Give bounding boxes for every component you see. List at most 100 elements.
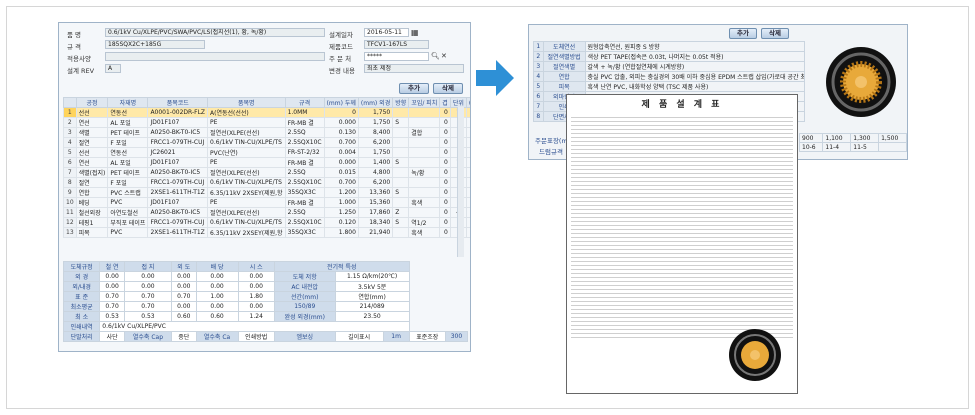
product-name-field[interactable]: 0.6/1kV Cu/XLPE/PVC/SWA/PVC/LS(접지선(1), 황…: [105, 28, 325, 37]
notes-cell[interactable]: 흑색 난연 PVC, 내화학성 양택 (TSC 제품 사용): [584, 81, 806, 92]
table-cell[interactable]: 절연: [75, 137, 109, 148]
grid-header-10[interactable]: 겹: [439, 97, 451, 108]
spec-cell[interactable]: 0.53: [99, 311, 125, 322]
spec-cell[interactable]: 연합(mm): [334, 291, 410, 302]
table-cell[interactable]: 12: [63, 217, 77, 228]
table-cell[interactable]: 0: [439, 197, 451, 208]
table-cell[interactable]: A0250-BK-T0-IC5: [147, 167, 209, 178]
spec-cell[interactable]: 150/89: [273, 301, 336, 312]
table-cell[interactable]: S: [392, 117, 410, 128]
customer-field[interactable]: *****: [364, 52, 429, 61]
table-cell[interactable]: 13,360: [357, 187, 394, 198]
grid-header-1[interactable]: 공정: [75, 97, 109, 108]
spec-cell[interactable]: 1.24: [237, 311, 275, 322]
close-icon[interactable]: ✕: [441, 52, 447, 60]
table-cell[interactable]: 0: [439, 127, 451, 138]
grid-header-4[interactable]: 품목명: [207, 97, 286, 108]
grid-header-3[interactable]: 품목코드: [147, 97, 209, 108]
table-cell[interactable]: JD01F107: [147, 157, 209, 168]
table-cell[interactable]: 0: [439, 107, 451, 118]
table-cell[interactable]: 2: [63, 117, 77, 128]
spec-cell[interactable]: 0.00: [237, 301, 275, 312]
notes-cell[interactable]: 원형압축연선, 원피종 S 방향: [584, 41, 806, 52]
table-cell[interactable]: 철선외장: [75, 207, 109, 218]
table-row[interactable]: 2연선AL 포일JD01F107PEFR-MB 결0.0001,750S02: [63, 117, 470, 128]
table-cell[interactable]: S: [392, 217, 410, 228]
table-cell[interactable]: [392, 177, 410, 188]
spec-cell[interactable]: 1.80: [237, 291, 275, 302]
table-cell[interactable]: [392, 167, 410, 178]
table-cell[interactable]: S: [392, 157, 410, 168]
grid-header-6[interactable]: (mm) 두께: [323, 97, 359, 108]
table-cell[interactable]: FRCC1-079TH-CUJ: [147, 217, 209, 228]
table-cell[interactable]: JD01F107: [147, 117, 209, 128]
table-cell[interactable]: 테핑1: [75, 217, 109, 228]
spec-field[interactable]: 185SQX2C+185G: [105, 40, 205, 49]
table-cell[interactable]: [392, 137, 410, 148]
table-cell[interactable]: 0: [439, 137, 451, 148]
table-cell[interactable]: 흑색: [408, 197, 441, 208]
table-cell[interactable]: 0: [439, 217, 451, 228]
table-cell[interactable]: A0001-002DR-FLZ: [147, 107, 209, 118]
delete-button[interactable]: 삭제: [433, 83, 463, 94]
cable-print-value[interactable]: 0.6/1kV Cu/XLPE/PVC: [99, 321, 410, 332]
table-cell[interactable]: FR-MB 결: [284, 197, 325, 208]
table-cell[interactable]: 0.000: [323, 157, 359, 168]
table-cell[interactable]: 피복: [75, 227, 109, 238]
table-cell[interactable]: [465, 227, 470, 238]
grid-header-11[interactable]: 단위: [449, 97, 467, 108]
table-cell[interactable]: 0: [439, 227, 451, 238]
table-cell[interactable]: 연합: [75, 187, 109, 198]
table-cell[interactable]: [408, 177, 441, 188]
right-delete-button[interactable]: 삭제: [761, 28, 789, 39]
table-cell[interactable]: 색별: [75, 127, 109, 138]
table-row[interactable]: 9 연합 PVC 스트랩 2XSE1-611TH-T1Z 6.35/11kV 2XSEY…: [63, 187, 470, 198]
table-cell[interactable]: 1,750: [357, 117, 394, 128]
table-cell[interactable]: PET 테이프: [107, 167, 149, 178]
table-row[interactable]: 8 절연 F 포일 FRCC1-079TH-CUJ 0.6/1kV TIN-CU/XLP…: [63, 177, 470, 188]
table-row[interactable]: 6연선AL 포일JD01F107PEFR-MB 결0.0001,400S011: [63, 157, 470, 168]
table-cell[interactable]: 색별(접지): [75, 167, 109, 178]
table-cell[interactable]: 0.6/1kV TIN-CU/XLPE/TS: [207, 217, 286, 228]
table-cell[interactable]: [465, 137, 470, 148]
table-cell[interactable]: A(연동선(선선): [207, 107, 286, 118]
table-cell[interactable]: 4,800: [357, 167, 394, 178]
spec-cell[interactable]: AC 내전압: [273, 281, 336, 292]
table-cell[interactable]: PET 테이프: [107, 127, 149, 138]
table-cell[interactable]: 절연선(XLPE(선선): [207, 167, 286, 178]
spec-cell[interactable]: 3.5kV 5분: [334, 281, 410, 292]
table-cell[interactable]: [465, 117, 470, 128]
table-cell[interactable]: [392, 197, 410, 208]
notes-cell[interactable]: 색상 PET TAPE(접속은 0.03t, 나머지는 0.05t 적용): [584, 51, 806, 62]
finish-cell[interactable]: 표준조장: [408, 331, 446, 342]
table-cell[interactable]: PVC: [107, 197, 149, 208]
table-cell[interactable]: 선선: [75, 107, 109, 118]
table-cell[interactable]: 17,860: [357, 207, 394, 218]
table-cell[interactable]: 0.6/1kV TIN-CU/XLPE/TS: [207, 137, 286, 148]
spec-cell[interactable]: 1.00: [195, 291, 239, 302]
spec-cell[interactable]: 0.00: [170, 281, 197, 292]
table-cell[interactable]: F 포일: [107, 137, 149, 148]
table-cell[interactable]: 0.700: [323, 177, 359, 188]
spec-cell[interactable]: 0.00: [99, 271, 125, 282]
table-cell[interactable]: 35SQX3C: [284, 227, 325, 238]
table-cell[interactable]: AL 포일: [107, 157, 149, 168]
notes-cell[interactable]: 충실 PVC 압출, 외피는 충실경의 30배 이하 중심용 EPDM 스트랩 …: [584, 71, 806, 82]
table-cell[interactable]: 절연: [75, 177, 109, 188]
spec-cell[interactable]: 선간(mm): [273, 291, 336, 302]
table-cell[interactable]: 1,750: [357, 107, 394, 118]
table-cell[interactable]: 0.120: [323, 217, 359, 228]
table-cell[interactable]: PVC 스트랩: [107, 187, 149, 198]
table-cell[interactable]: 1,400: [357, 157, 394, 168]
table-cell[interactable]: 10: [63, 197, 77, 208]
table-cell[interactable]: 결합: [408, 127, 441, 138]
table-row[interactable]: 13 피복 PVC 2XSE1-611TH-T1Z 6.35/11kV 2XSEY(제원…: [63, 227, 470, 238]
table-cell[interactable]: 역1/2: [408, 217, 441, 228]
table-cell[interactable]: [465, 167, 470, 178]
table-row[interactable]: 7 색별(접지) PET 테이프 A0250-BK-T0-IC5 절연선(XLPE(선선…: [63, 167, 470, 178]
table-cell[interactable]: A0250-BK-T0-IC5: [147, 127, 209, 138]
table-row[interactable]: 4 절연 F 포일 FRCC1-079TH-CUJ 0.6/1kV TIN-CU/XLP…: [63, 137, 470, 148]
table-cell[interactable]: 8,400: [357, 127, 394, 138]
table-row[interactable]: 12 테핑1 부직포 테이프 FRCC1-079TH-CUJ 0.6/1kV TIN-C…: [63, 217, 470, 228]
table-cell[interactable]: 0: [439, 167, 451, 178]
